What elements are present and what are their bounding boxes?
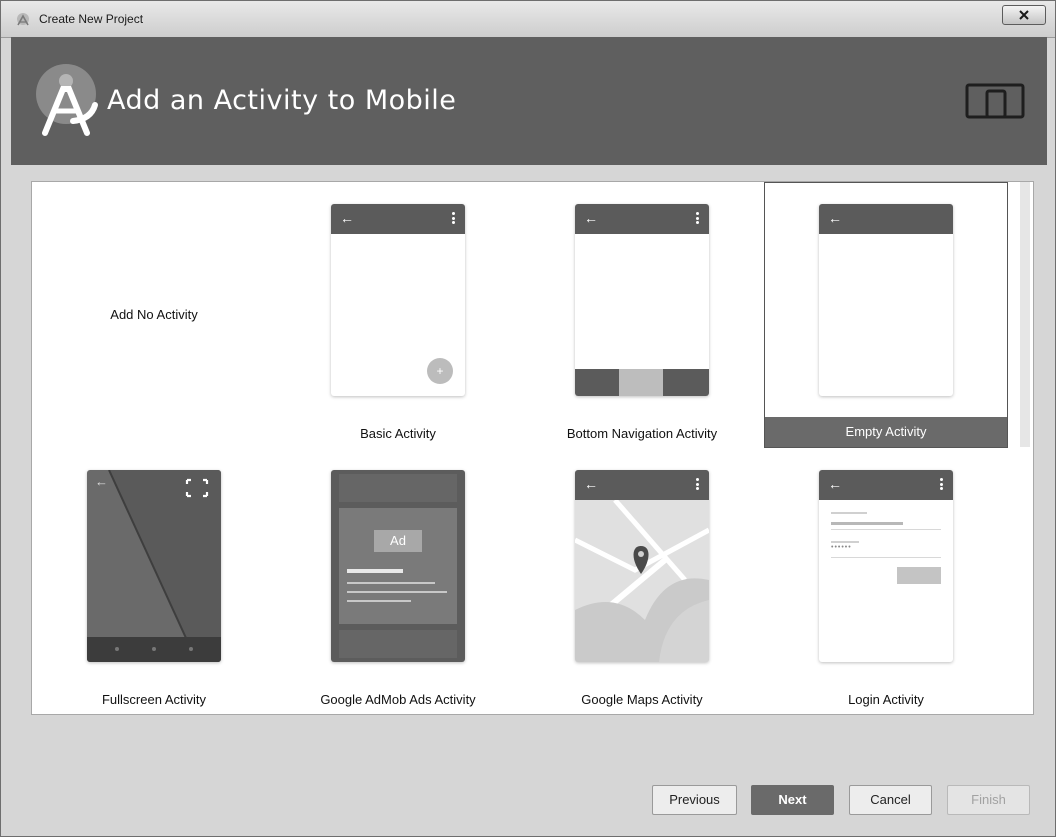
tile-google-admob-ads-activity[interactable]: Ad Google AdMob Ads Activity xyxy=(276,448,520,714)
login-activity-preview: ← •••••• xyxy=(819,470,953,662)
close-button[interactable] xyxy=(1002,5,1046,25)
maps-activity-preview: ← xyxy=(575,470,709,662)
back-arrow-icon: ← xyxy=(95,474,108,489)
overflow-menu-icon xyxy=(452,212,455,224)
tablet-phone-icon xyxy=(965,83,1025,119)
window-title: Create New Project xyxy=(39,12,144,26)
finish-button[interactable]: Finish xyxy=(947,785,1030,815)
overflow-menu-icon xyxy=(696,478,699,490)
back-arrow-icon: ← xyxy=(828,476,842,492)
bottom-nav-bar xyxy=(575,369,709,396)
back-arrow-icon: ← xyxy=(584,476,598,492)
page-title: Add an Activity to Mobile xyxy=(107,85,457,116)
overflow-menu-icon xyxy=(696,212,699,224)
tile-empty-activity[interactable]: ← Empty Activity xyxy=(764,182,1008,448)
fullscreen-activity-preview: ← xyxy=(87,470,221,662)
android-studio-small-icon xyxy=(17,13,29,26)
back-arrow-icon: ← xyxy=(340,210,354,226)
tile-label: Empty Activity xyxy=(765,417,1007,447)
back-arrow-icon: ← xyxy=(828,210,842,226)
fab-icon: + xyxy=(427,358,453,384)
tile-label: Google AdMob Ads Activity xyxy=(320,692,476,707)
tile-bottom-navigation-activity[interactable]: ← Bottom Navigation Activity xyxy=(520,182,764,448)
overflow-menu-icon xyxy=(940,478,943,490)
password-mask: •••••• xyxy=(831,544,852,551)
cancel-button[interactable]: Cancel xyxy=(849,785,932,815)
tile-add-no-activity[interactable]: Add No Activity xyxy=(32,182,276,448)
activity-gallery: Add No Activity ← + Basic Activity ← Bot… xyxy=(31,181,1034,715)
ad-badge: Ad xyxy=(374,530,422,552)
tile-label: Basic Activity xyxy=(360,426,436,441)
scrollbar-thumb[interactable] xyxy=(1020,182,1030,447)
empty-activity-preview: ← xyxy=(819,204,953,396)
next-button[interactable]: Next xyxy=(751,785,834,815)
tile-label: Login Activity xyxy=(848,692,924,707)
tile-label: Add No Activity xyxy=(110,307,198,322)
tile-label: Google Maps Activity xyxy=(581,692,703,707)
create-project-dialog: Create New Project Add an Activity to Mo… xyxy=(0,0,1056,837)
sign-in-button-preview xyxy=(897,567,941,584)
admob-activity-preview: Ad xyxy=(331,470,465,662)
tile-login-activity[interactable]: ← •••••• Login Activity xyxy=(764,448,1008,714)
previous-button[interactable]: Previous xyxy=(652,785,737,815)
tile-basic-activity[interactable]: ← + Basic Activity xyxy=(276,182,520,448)
wizard-header: Add an Activity to Mobile xyxy=(11,37,1047,165)
tile-label: Bottom Navigation Activity xyxy=(566,426,718,441)
gallery-scrollbar[interactable] xyxy=(1018,182,1032,714)
close-icon xyxy=(1019,10,1029,20)
android-studio-icon xyxy=(36,64,98,136)
back-arrow-icon: ← xyxy=(584,210,598,226)
tile-fullscreen-activity[interactable]: ← Fullscreen Activity xyxy=(32,448,276,714)
basic-activity-preview: ← + xyxy=(331,204,465,396)
tile-label: Fullscreen Activity xyxy=(101,692,207,707)
tile-google-maps-activity[interactable]: ← Google Maps Activity xyxy=(520,448,764,714)
fullscreen-icon xyxy=(186,479,208,497)
bottom-navigation-preview: ← xyxy=(575,204,709,396)
map-pin-icon xyxy=(631,546,651,574)
wizard-content: Add No Activity ← + Basic Activity ← Bot… xyxy=(11,165,1047,830)
title-bar: Create New Project xyxy=(1,1,1055,38)
